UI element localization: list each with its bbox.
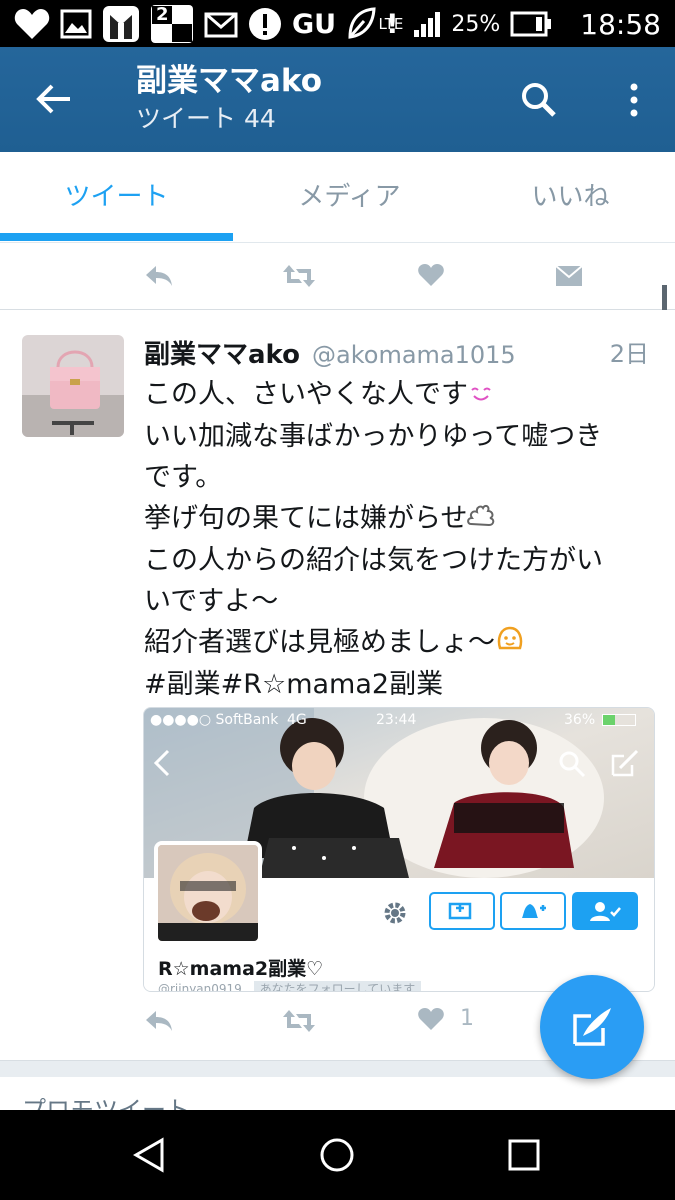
profile-tabs: ツイート メディア いいね — [0, 152, 675, 243]
embedded-network: 4G — [287, 712, 307, 728]
list-add-icon — [448, 902, 472, 920]
tweet-line: 挙げ句の果てには嫌がらせ — [144, 503, 468, 534]
retweet-button[interactable] — [282, 263, 316, 289]
status-bar: 2 GU ! LTE 25% 18:58 — [0, 0, 675, 47]
bell-plus-icon — [522, 904, 546, 918]
mail-icon — [555, 265, 583, 286]
embedded-following-button — [572, 892, 638, 930]
arrow-left-icon — [36, 84, 70, 114]
direct-message-button[interactable] — [555, 265, 583, 287]
clock: 18:58 — [580, 7, 661, 41]
embedded-carrier: ●●●●○ SoftBank — [150, 712, 279, 728]
compose-tweet-button[interactable] — [540, 975, 644, 1079]
embedded-search-icon — [558, 750, 586, 782]
carrier-text: GU — [292, 8, 337, 40]
embedded-profile-name: R☆mama2副業♡ — [158, 958, 324, 980]
active-tab-indicator — [0, 233, 233, 241]
like-button[interactable]: 1 — [418, 1006, 474, 1031]
embedded-battery-icon — [602, 714, 636, 726]
app-icon — [102, 6, 140, 42]
back-button[interactable] — [30, 75, 78, 123]
tweet-line: です。 — [144, 462, 223, 493]
more-options-button[interactable] — [614, 77, 654, 123]
embedded-time: 23:44 — [376, 712, 417, 728]
tweet-line: この人、さいやくな人です — [144, 379, 468, 410]
heart-icon — [418, 1007, 444, 1030]
tweet-text: この人、さいやくな人です いい加減な事ばかっかりゆって嘘つき です。 挙げ句の果… — [144, 374, 659, 705]
app-bar: 副業ママako ツイート 44 — [0, 47, 675, 152]
system-nav-bar — [0, 1110, 675, 1200]
heart-icon — [418, 264, 444, 286]
embedded-back-icon — [152, 748, 172, 782]
leaf-icon — [346, 6, 376, 42]
search-button[interactable] — [516, 77, 562, 123]
tweet-line: この人からの紹介は気をつけた方がい — [144, 545, 603, 576]
avatar[interactable] — [22, 335, 124, 437]
tweet-timestamp: 2日 — [609, 340, 649, 368]
heart-icon — [14, 6, 50, 42]
embedded-follows-you-badge: あなたをフォローしています — [253, 981, 422, 991]
reply-button[interactable] — [144, 1008, 174, 1034]
tab-likes[interactable]: いいね — [466, 152, 675, 236]
embedded-profile-handle: @riinyan0919 — [158, 982, 242, 992]
search-icon — [522, 83, 556, 117]
tweet-line: いい加減な事ばかっかりゆって嘘つき — [144, 421, 603, 452]
battery-percent: 25% — [451, 11, 501, 37]
reply-icon — [146, 1011, 172, 1031]
embedded-notify-button — [500, 892, 566, 930]
embedded-profile-meta: @riinyan0919 あなたをフォローしています — [158, 980, 422, 992]
previous-tweet-actions — [0, 243, 675, 310]
poop-emoji-icon — [467, 499, 495, 540]
square-recents-icon — [508, 1139, 540, 1171]
hashtags[interactable]: #副業#R☆mama2副業 — [144, 664, 659, 705]
gallery-icon — [60, 6, 92, 42]
nav-recents-button[interactable] — [494, 1128, 554, 1182]
alert-icon — [248, 6, 282, 42]
embedded-compose-icon — [610, 748, 640, 782]
reply-button[interactable] — [144, 263, 174, 289]
retweet-button[interactable] — [282, 1008, 316, 1034]
retweet-icon — [283, 265, 315, 287]
tweet-count: ツイート 44 — [136, 104, 276, 133]
reply-icon — [146, 266, 172, 286]
tweet-author-handle[interactable]: @akomama1015 — [312, 341, 516, 369]
notification-badge-count: 2 — [156, 4, 169, 25]
tweet-line: 紹介者選びは見極めましょ〜 — [144, 627, 495, 658]
triangle-back-icon — [132, 1137, 164, 1173]
nav-home-button[interactable] — [307, 1128, 367, 1182]
signal-icon — [413, 6, 441, 42]
scrollbar[interactable] — [662, 285, 667, 311]
tweet-image[interactable]: ●●●●○ SoftBank 4G 23:44 36% R☆mama2副業♡ @… — [143, 707, 655, 992]
tweet[interactable]: 副業ママako @akomama1015 2日 この人、さいやくな人です いい加… — [0, 310, 675, 1060]
tweet-author-name[interactable]: 副業ママako — [144, 334, 300, 371]
embedded-battery: 36% — [564, 712, 596, 728]
tweet-line: いですよ〜 — [144, 586, 279, 617]
notification-badge-icon: 2 — [150, 4, 194, 43]
user-check-icon — [590, 902, 621, 921]
face-emoji-icon — [495, 623, 525, 664]
tab-media[interactable]: メディア — [233, 152, 466, 236]
battery-icon — [510, 6, 552, 42]
compose-icon — [573, 1008, 611, 1046]
embedded-gear-icon — [382, 900, 408, 930]
mail-icon — [204, 6, 238, 42]
page-title: 副業ママako — [136, 63, 322, 99]
smile-emoji-icon — [468, 375, 494, 416]
embedded-avatar — [154, 841, 262, 945]
circle-home-icon — [320, 1138, 354, 1172]
more-vert-icon — [630, 83, 638, 117]
retweet-icon — [283, 1010, 315, 1032]
nav-back-button[interactable] — [120, 1128, 180, 1182]
embedded-status-bar: ●●●●○ SoftBank 4G 23:44 36% — [144, 708, 654, 732]
like-count: 1 — [460, 1006, 474, 1031]
network-type: LTE — [378, 15, 404, 33]
tab-tweets[interactable]: ツイート — [0, 152, 233, 236]
like-button[interactable] — [418, 263, 444, 287]
embedded-list-button — [429, 892, 495, 930]
